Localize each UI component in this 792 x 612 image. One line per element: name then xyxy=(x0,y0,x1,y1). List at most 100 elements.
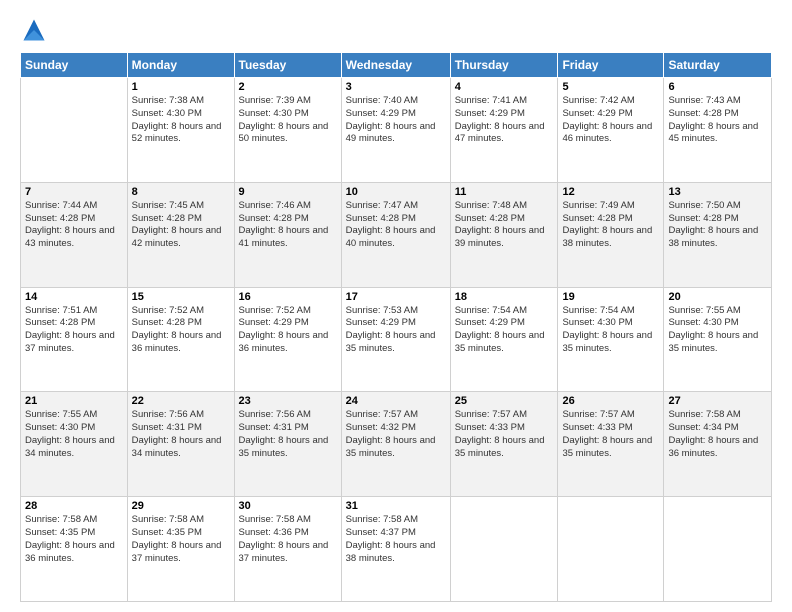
day-info: Sunrise: 7:40 AMSunset: 4:29 PMDaylight:… xyxy=(346,95,446,146)
calendar-week-1: 1 Sunrise: 7:38 AMSunset: 4:30 PMDaylight… xyxy=(21,78,772,183)
calendar-cell xyxy=(664,497,772,602)
calendar-cell: 3 Sunrise: 7:40 AMSunset: 4:29 PMDaylight… xyxy=(341,78,450,183)
day-number: 11 xyxy=(455,186,554,198)
calendar-cell: 10Sunrise: 7:47 AMSunset: 4:28 PMDayligh… xyxy=(341,182,450,287)
day-info: Sunrise: 7:53 AMSunset: 4:29 PMDaylight:… xyxy=(346,305,446,356)
day-number: 4 xyxy=(455,81,554,93)
day-info: Sunrise: 7:44 AMSunset: 4:28 PMDaylight:… xyxy=(25,200,123,251)
day-number: 5 xyxy=(562,81,659,93)
day-info: Sunrise: 7:39 AMSunset: 4:30 PMDaylight:… xyxy=(239,95,337,146)
calendar-cell: 16 Sunrise: 7:52 AMSunset: 4:29 PMDayligh… xyxy=(234,287,341,392)
header xyxy=(20,16,772,44)
calendar-cell: 31 Sunrise: 7:58 AMSunset: 4:37 PMDayligh… xyxy=(341,497,450,602)
day-info: Sunrise: 7:50 AMSunset: 4:28 PMDaylight:… xyxy=(668,200,767,251)
day-number: 16 xyxy=(239,291,337,303)
day-number: 31 xyxy=(346,500,446,512)
calendar-cell: 21 Sunrise: 7:55 AMSunset: 4:30 PMDayligh… xyxy=(21,392,128,497)
calendar-cell: 4 Sunrise: 7:41 AMSunset: 4:29 PMDaylight… xyxy=(450,78,558,183)
day-info: Sunrise: 7:52 AMSunset: 4:28 PMDaylight:… xyxy=(132,305,230,356)
calendar-cell: 17 Sunrise: 7:53 AMSunset: 4:29 PMDayligh… xyxy=(341,287,450,392)
day-info: Sunrise: 7:58 AMSunset: 4:36 PMDaylight:… xyxy=(239,514,337,565)
day-number: 2 xyxy=(239,81,337,93)
day-info: Sunrise: 7:54 AMSunset: 4:30 PMDaylight:… xyxy=(562,305,659,356)
day-info: Sunrise: 7:45 AMSunset: 4:28 PMDaylight:… xyxy=(132,200,230,251)
day-number: 1 xyxy=(132,81,230,93)
day-number: 19 xyxy=(562,291,659,303)
day-number: 3 xyxy=(346,81,446,93)
calendar-cell: 12Sunrise: 7:49 AMSunset: 4:28 PMDayligh… xyxy=(558,182,664,287)
day-number: 30 xyxy=(239,500,337,512)
day-number: 14 xyxy=(25,291,123,303)
calendar-cell: 13 Sunrise: 7:50 AMSunset: 4:28 PMDayligh… xyxy=(664,182,772,287)
calendar-cell: 9 Sunrise: 7:46 AMSunset: 4:28 PMDaylight… xyxy=(234,182,341,287)
page: SundayMondayTuesdayWednesdayThursdayFrid… xyxy=(0,0,792,612)
day-info: Sunrise: 7:46 AMSunset: 4:28 PMDaylight:… xyxy=(239,200,337,251)
day-number: 23 xyxy=(239,395,337,407)
day-info: Sunrise: 7:55 AMSunset: 4:30 PMDaylight:… xyxy=(25,409,123,460)
calendar-cell: 7Sunrise: 7:44 AMSunset: 4:28 PMDaylight… xyxy=(21,182,128,287)
day-number: 13 xyxy=(668,186,767,198)
logo-icon xyxy=(20,16,48,44)
day-number: 25 xyxy=(455,395,554,407)
calendar-cell: 28Sunrise: 7:58 AMSunset: 4:35 PMDayligh… xyxy=(21,497,128,602)
calendar-table: SundayMondayTuesdayWednesdayThursdayFrid… xyxy=(20,52,772,602)
calendar-week-3: 14 Sunrise: 7:51 AMSunset: 4:28 PMDayligh… xyxy=(21,287,772,392)
calendar-cell: 2 Sunrise: 7:39 AMSunset: 4:30 PMDaylight… xyxy=(234,78,341,183)
day-info: Sunrise: 7:49 AMSunset: 4:28 PMDaylight:… xyxy=(562,200,659,251)
calendar-cell: 24Sunrise: 7:57 AMSunset: 4:32 PMDayligh… xyxy=(341,392,450,497)
calendar-cell: 20 Sunrise: 7:55 AMSunset: 4:30 PMDayligh… xyxy=(664,287,772,392)
day-number: 9 xyxy=(239,186,337,198)
calendar-cell: 30 Sunrise: 7:58 AMSunset: 4:36 PMDayligh… xyxy=(234,497,341,602)
day-info: Sunrise: 7:43 AMSunset: 4:28 PMDaylight:… xyxy=(668,95,767,146)
weekday-header-sunday: Sunday xyxy=(21,53,128,78)
day-info: Sunrise: 7:41 AMSunset: 4:29 PMDaylight:… xyxy=(455,95,554,146)
day-info: Sunrise: 7:56 AMSunset: 4:31 PMDaylight:… xyxy=(239,409,337,460)
day-info: Sunrise: 7:58 AMSunset: 4:35 PMDaylight:… xyxy=(132,514,230,565)
weekday-header-tuesday: Tuesday xyxy=(234,53,341,78)
day-number: 20 xyxy=(668,291,767,303)
calendar-week-5: 28Sunrise: 7:58 AMSunset: 4:35 PMDayligh… xyxy=(21,497,772,602)
calendar-cell xyxy=(21,78,128,183)
day-number: 8 xyxy=(132,186,230,198)
day-info: Sunrise: 7:57 AMSunset: 4:33 PMDaylight:… xyxy=(562,409,659,460)
calendar-cell xyxy=(558,497,664,602)
calendar-cell: 26 Sunrise: 7:57 AMSunset: 4:33 PMDayligh… xyxy=(558,392,664,497)
day-info: Sunrise: 7:54 AMSunset: 4:29 PMDaylight:… xyxy=(455,305,554,356)
calendar-cell: 5 Sunrise: 7:42 AMSunset: 4:29 PMDaylight… xyxy=(558,78,664,183)
day-info: Sunrise: 7:58 AMSunset: 4:34 PMDaylight:… xyxy=(668,409,767,460)
calendar-cell: 25 Sunrise: 7:57 AMSunset: 4:33 PMDayligh… xyxy=(450,392,558,497)
calendar-cell: 23 Sunrise: 7:56 AMSunset: 4:31 PMDayligh… xyxy=(234,392,341,497)
day-info: Sunrise: 7:56 AMSunset: 4:31 PMDaylight:… xyxy=(132,409,230,460)
calendar-week-4: 21 Sunrise: 7:55 AMSunset: 4:30 PMDayligh… xyxy=(21,392,772,497)
calendar-cell: 22 Sunrise: 7:56 AMSunset: 4:31 PMDayligh… xyxy=(127,392,234,497)
calendar-cell: 29 Sunrise: 7:58 AMSunset: 4:35 PMDayligh… xyxy=(127,497,234,602)
day-info: Sunrise: 7:52 AMSunset: 4:29 PMDaylight:… xyxy=(239,305,337,356)
weekday-header-friday: Friday xyxy=(558,53,664,78)
calendar-cell: 1 Sunrise: 7:38 AMSunset: 4:30 PMDaylight… xyxy=(127,78,234,183)
weekday-header-row: SundayMondayTuesdayWednesdayThursdayFrid… xyxy=(21,53,772,78)
calendar-cell: 18Sunrise: 7:54 AMSunset: 4:29 PMDayligh… xyxy=(450,287,558,392)
weekday-header-saturday: Saturday xyxy=(664,53,772,78)
calendar-cell xyxy=(450,497,558,602)
weekday-header-wednesday: Wednesday xyxy=(341,53,450,78)
day-number: 6 xyxy=(668,81,767,93)
day-number: 10 xyxy=(346,186,446,198)
day-info: Sunrise: 7:42 AMSunset: 4:29 PMDaylight:… xyxy=(562,95,659,146)
calendar-cell: 27Sunrise: 7:58 AMSunset: 4:34 PMDayligh… xyxy=(664,392,772,497)
day-number: 29 xyxy=(132,500,230,512)
day-info: Sunrise: 7:48 AMSunset: 4:28 PMDaylight:… xyxy=(455,200,554,251)
calendar-cell: 19 Sunrise: 7:54 AMSunset: 4:30 PMDayligh… xyxy=(558,287,664,392)
day-info: Sunrise: 7:51 AMSunset: 4:28 PMDaylight:… xyxy=(25,305,123,356)
day-number: 15 xyxy=(132,291,230,303)
day-number: 21 xyxy=(25,395,123,407)
day-info: Sunrise: 7:38 AMSunset: 4:30 PMDaylight:… xyxy=(132,95,230,146)
calendar-cell: 6 Sunrise: 7:43 AMSunset: 4:28 PMDaylight… xyxy=(664,78,772,183)
day-number: 26 xyxy=(562,395,659,407)
day-info: Sunrise: 7:58 AMSunset: 4:37 PMDaylight:… xyxy=(346,514,446,565)
day-number: 22 xyxy=(132,395,230,407)
calendar-cell: 14 Sunrise: 7:51 AMSunset: 4:28 PMDayligh… xyxy=(21,287,128,392)
day-number: 17 xyxy=(346,291,446,303)
day-info: Sunrise: 7:55 AMSunset: 4:30 PMDaylight:… xyxy=(668,305,767,356)
calendar-week-2: 7Sunrise: 7:44 AMSunset: 4:28 PMDaylight… xyxy=(21,182,772,287)
day-info: Sunrise: 7:57 AMSunset: 4:33 PMDaylight:… xyxy=(455,409,554,460)
